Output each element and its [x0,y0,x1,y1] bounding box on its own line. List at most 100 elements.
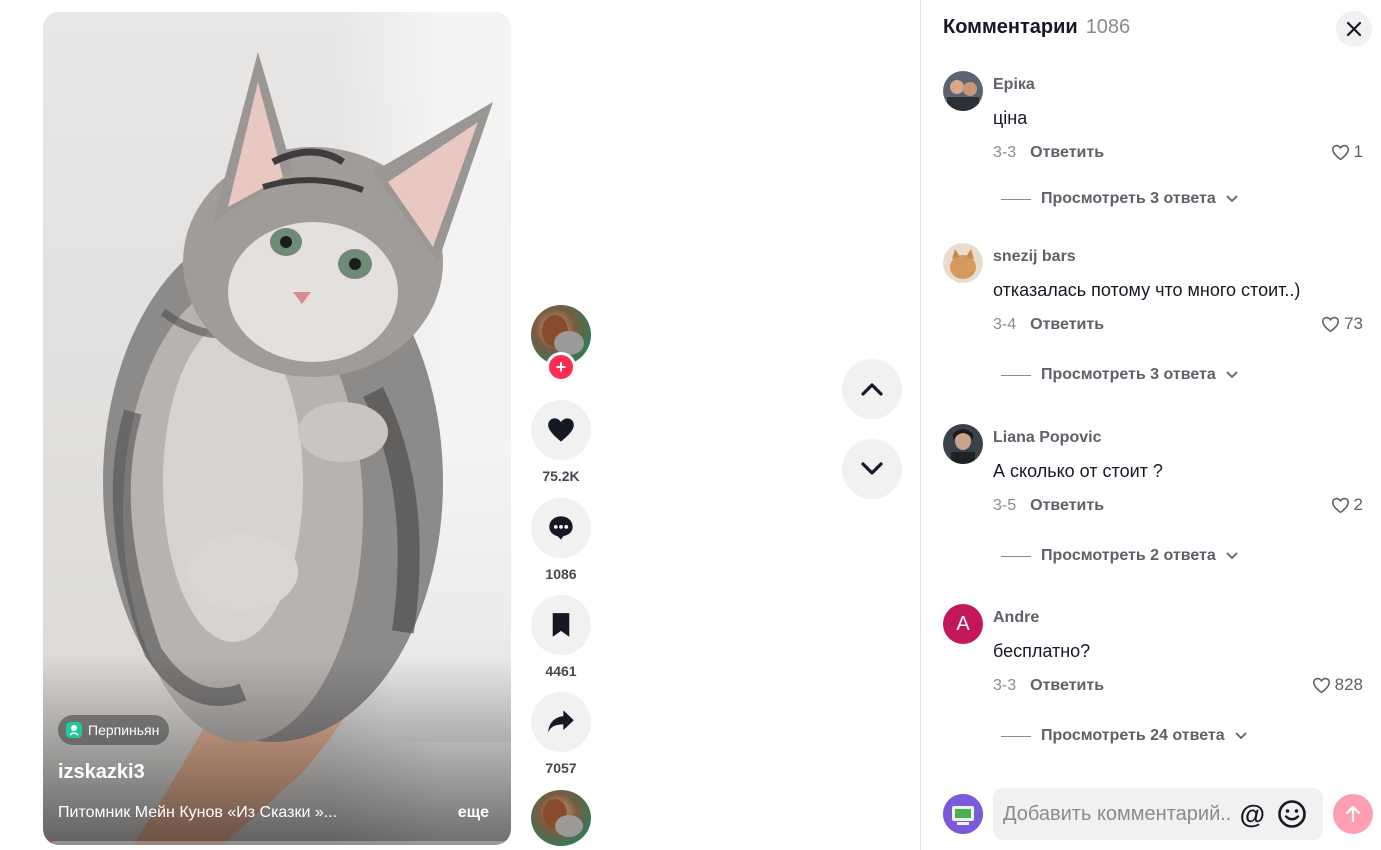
heart-outline-icon [1322,316,1340,332]
caption-more-button[interactable]: еще [458,804,489,822]
comments-title: Комментарии [943,16,1078,38]
close-icon [1346,21,1362,37]
comment-date: 3-3 [993,144,1017,161]
comment-meta: 3-5 Ответить [993,497,1104,515]
replies-divider [1001,735,1031,737]
commenter-name[interactable]: Еріка [993,76,1035,94]
avatar-letter: A [956,612,970,635]
view-replies-button[interactable]: Просмотреть 2 ответа [1001,547,1238,565]
save-button[interactable] [531,595,591,655]
comment-like-count: 73 [1344,314,1363,333]
share-icon [548,710,574,733]
chevron-down-icon [1226,371,1238,379]
commenter-avatar[interactable] [943,424,983,464]
comment-meta: 3-3 Ответить [993,144,1104,162]
commenter-name[interactable]: Liana Popovic [993,429,1101,447]
comment-like-button[interactable]: 828 [1312,675,1363,695]
comments-count: 1086 [1085,16,1131,38]
video-progress-fill [43,841,53,845]
chevron-up-icon [861,383,883,396]
share-button[interactable] [531,692,591,752]
heart-outline-icon [1331,497,1349,513]
view-replies-button[interactable]: Просмотреть 3 ответа [1001,366,1238,384]
save-action: 4461 [531,595,591,679]
send-comment-button[interactable] [1333,794,1373,834]
comment-text: бесплатно? [993,641,1091,661]
my-avatar[interactable] [943,794,983,834]
heart-outline-icon [1312,677,1330,693]
comment-text: ціна [993,108,1028,128]
comment-like-count: 2 [1353,495,1363,514]
bookmark-icon [552,613,570,637]
reply-button[interactable]: Ответить [1030,677,1104,695]
location-badge[interactable]: Перпиньян [58,715,170,745]
previous-video-button[interactable] [842,359,902,419]
comment-input-box: @ [993,788,1323,840]
chevron-down-icon [1226,552,1238,560]
replies-divider [1001,555,1031,557]
like-action: 75.2K [531,400,591,484]
emoji-button[interactable] [1277,799,1307,834]
comment-like-button[interactable]: 73 [1321,314,1363,334]
chevron-down-icon [861,462,883,475]
comment-count: 1086 [545,566,577,582]
comment-input-row: @ [943,788,1373,840]
comment-meta: 3-4 Ответить [993,316,1104,334]
commenter-avatar[interactable] [943,243,983,283]
comment-date: 3-3 [993,677,1017,694]
reply-button[interactable]: Ответить [1030,316,1104,334]
reply-button[interactable]: Ответить [1030,497,1104,515]
view-replies-label: Просмотреть 3 ответа [1041,190,1216,207]
like-button[interactable] [531,400,591,460]
like-count: 75.2K [542,468,580,484]
replies-divider [1001,374,1031,376]
page: Перпиньян izskazki3 Питомник Мейн Кунов … [0,0,1381,850]
emoji-icon [1278,800,1306,828]
comment-date: 3-4 [993,316,1017,333]
replies-divider [1001,198,1031,200]
heart-icon [548,418,574,442]
comments-panel: Комментарии 1086 Еріка ціна 3-3 Ответить… [920,0,1381,850]
follow-button[interactable]: + [546,352,576,382]
heart-outline-icon [1331,144,1349,160]
comment-action: 1086 [531,498,591,582]
next-video-button[interactable] [842,439,902,499]
mention-button[interactable]: @ [1240,799,1265,830]
location-label: Перпиньян [88,722,160,738]
comment-meta: 3-3 Ответить [993,677,1104,695]
view-replies-button[interactable]: Просмотреть 24 ответа [1001,727,1247,745]
comment-like-count: 828 [1334,675,1363,694]
music-disc[interactable] [531,790,591,846]
commenter-name[interactable]: snezij bars [993,248,1076,266]
comments-header: Комментарии 1086 [943,16,1130,39]
view-replies-label: Просмотреть 24 ответа [1041,727,1225,744]
comment-like-button[interactable]: 2 [1331,495,1363,515]
view-replies-button[interactable]: Просмотреть 3 ответа [1001,190,1238,208]
chevron-down-icon [1235,732,1247,740]
comment-like-button[interactable]: 1 [1331,142,1363,162]
comment-text: А сколько от стоит ? [993,461,1163,481]
share-count: 7057 [545,760,577,776]
comment-button[interactable] [531,498,591,558]
reply-button[interactable]: Ответить [1030,144,1104,162]
save-count: 4461 [545,663,577,679]
video-caption: Питомник Мейн Кунов «Из Сказки »... [58,804,338,821]
close-comments-button[interactable] [1336,11,1372,47]
video-player[interactable]: Перпиньян izskazki3 Питомник Мейн Кунов … [43,12,511,845]
commenter-avatar[interactable] [943,71,983,111]
comment-input[interactable] [1003,802,1233,826]
video-progress-bar[interactable] [43,841,511,845]
comment-like-count: 1 [1353,142,1363,161]
video-actions: + 75.2K 1086 4461 7057 [531,305,591,776]
commenter-name[interactable]: Andre [993,609,1039,627]
share-action: 7057 [531,692,591,776]
commenter-avatar[interactable]: A [943,604,983,644]
video-author-username[interactable]: izskazki3 [58,761,145,784]
comment-icon [549,516,573,540]
comment-date: 3-5 [993,497,1017,514]
comment-text: отказалась потому что много стоит..) [993,280,1301,300]
view-replies-label: Просмотреть 2 ответа [1041,547,1216,564]
send-arrow-icon [1345,805,1361,823]
view-replies-label: Просмотреть 3 ответа [1041,366,1216,383]
location-icon [66,722,82,738]
